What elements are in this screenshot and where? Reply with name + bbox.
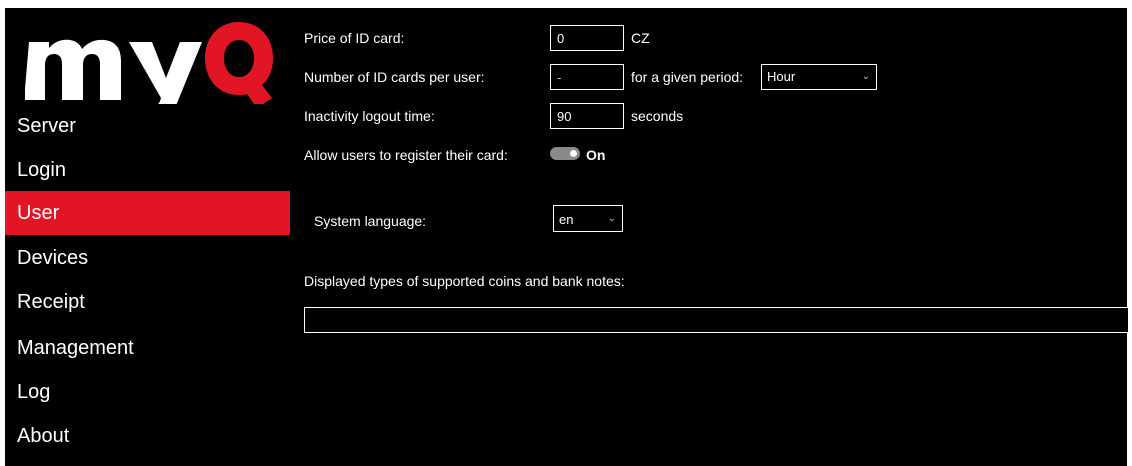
period-select-value: Hour [767, 69, 796, 84]
period-select[interactable]: Hour ⌄ [761, 64, 877, 90]
sidebar-item-log[interactable]: Log [5, 370, 290, 414]
sidebar-item-devices[interactable]: Devices [5, 236, 290, 280]
chevron-down-icon: ⌄ [861, 71, 870, 82]
sidebar-item-login[interactable]: Login [5, 148, 290, 192]
period-label: for a given period: [631, 69, 744, 85]
price-id-card-input[interactable] [550, 25, 624, 51]
system-language-label: System language: [314, 213, 427, 229]
sidebar-item-user[interactable]: User [5, 191, 290, 235]
chevron-down-icon: ⌄ [607, 213, 616, 224]
inactivity-label: Inactivity logout time: [304, 108, 435, 124]
cards-per-user-input[interactable] [550, 64, 624, 90]
toggle-knob [570, 150, 577, 157]
language-select-value: en [559, 212, 574, 227]
seconds-label: seconds [631, 108, 684, 124]
register-card-label: Allow users to register their card: [304, 147, 508, 163]
register-card-toggle[interactable] [550, 147, 580, 160]
coins-notes-label: Displayed types of supported coins and b… [304, 273, 625, 289]
myq-logo [25, 22, 273, 104]
inactivity-input[interactable] [550, 103, 624, 129]
app-window: Server Login User Devices Receipt Manage… [5, 8, 1129, 466]
settings-panel: Price of ID card: CZ Number of ID cards … [290, 8, 1129, 466]
language-select[interactable]: en ⌄ [553, 205, 623, 232]
sidebar-item-receipt[interactable]: Receipt [5, 280, 290, 324]
toggle-state-label: On [586, 147, 606, 163]
sidebar-item-server[interactable]: Server [5, 104, 290, 148]
currency-label: CZ [631, 30, 650, 46]
price-id-card-label: Price of ID card: [304, 30, 405, 46]
sidebar: Server Login User Devices Receipt Manage… [5, 8, 290, 466]
sidebar-item-about[interactable]: About [5, 414, 290, 458]
cards-per-user-label: Number of ID cards per user: [304, 69, 485, 85]
coins-notes-input[interactable] [304, 307, 1129, 333]
sidebar-item-management[interactable]: Management [5, 326, 290, 370]
